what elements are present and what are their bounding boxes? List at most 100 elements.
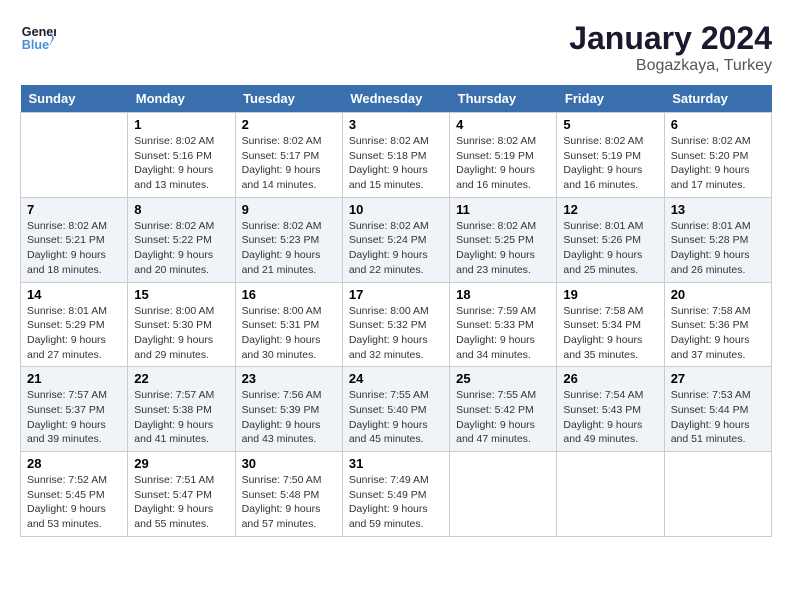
calendar-cell: 4Sunrise: 8:02 AMSunset: 5:19 PMDaylight… (450, 113, 557, 198)
day-number: 30 (242, 456, 336, 471)
calendar-table: SundayMondayTuesdayWednesdayThursdayFrid… (20, 85, 772, 537)
day-info: Sunrise: 7:51 AMSunset: 5:47 PMDaylight:… (134, 473, 228, 532)
weekday-header: Sunday (21, 85, 128, 113)
day-info: Sunrise: 7:52 AMSunset: 5:45 PMDaylight:… (27, 473, 121, 532)
calendar-body: 1 Sunrise: 8:02 AMSunset: 5:16 PMDaylight… (21, 113, 772, 537)
day-info: Sunrise: 8:02 AMSunset: 5:22 PMDaylight:… (134, 219, 228, 278)
day-number: 24 (349, 371, 443, 386)
day-number: 9 (242, 202, 336, 217)
day-number: 22 (134, 371, 228, 386)
day-info: Sunrise: 7:53 AMSunset: 5:44 PMDaylight:… (671, 388, 765, 447)
day-info: Sunrise: 8:01 AMSunset: 5:28 PMDaylight:… (671, 219, 765, 278)
day-info: Sunrise: 8:02 AMSunset: 5:23 PMDaylight:… (242, 219, 336, 278)
calendar-cell: 21Sunrise: 7:57 AMSunset: 5:37 PMDayligh… (21, 367, 128, 452)
day-info: Sunrise: 7:57 AMSunset: 5:38 PMDaylight:… (134, 388, 228, 447)
day-info: Sunrise: 8:02 AMSunset: 5:21 PMDaylight:… (27, 219, 121, 278)
day-number: 26 (563, 371, 657, 386)
weekday-header: Friday (557, 85, 664, 113)
calendar-cell: 8 Sunrise: 8:02 AMSunset: 5:22 PMDaylight… (128, 197, 235, 282)
calendar-cell: 3Sunrise: 8:02 AMSunset: 5:18 PMDaylight… (342, 113, 449, 198)
day-info: Sunrise: 8:00 AMSunset: 5:30 PMDaylight:… (134, 304, 228, 363)
day-info: Sunrise: 8:00 AMSunset: 5:31 PMDaylight:… (242, 304, 336, 363)
day-number: 25 (456, 371, 550, 386)
day-info: Sunrise: 8:02 AMSunset: 5:25 PMDaylight:… (456, 219, 550, 278)
calendar-cell: 18Sunrise: 7:59 AMSunset: 5:33 PMDayligh… (450, 282, 557, 367)
day-info: Sunrise: 7:58 AMSunset: 5:36 PMDaylight:… (671, 304, 765, 363)
calendar-cell: 14Sunrise: 8:01 AMSunset: 5:29 PMDayligh… (21, 282, 128, 367)
month-title: January 2024 (569, 20, 772, 57)
day-number: 31 (349, 456, 443, 471)
day-number: 2 (242, 117, 336, 132)
calendar-cell: 27 Sunrise: 7:53 AMSunset: 5:44 PMDayligh… (664, 367, 771, 452)
calendar-cell: 10Sunrise: 8:02 AMSunset: 5:24 PMDayligh… (342, 197, 449, 282)
day-info: Sunrise: 8:02 AMSunset: 5:16 PMDaylight:… (134, 134, 228, 193)
day-number: 28 (27, 456, 121, 471)
logo-icon: General Blue (20, 20, 56, 56)
calendar-cell: 26 Sunrise: 7:54 AMSunset: 5:43 PMDayligh… (557, 367, 664, 452)
calendar-cell: 25 Sunrise: 7:55 AMSunset: 5:42 PMDayligh… (450, 367, 557, 452)
day-number: 21 (27, 371, 121, 386)
calendar-cell: 2 Sunrise: 8:02 AMSunset: 5:17 PMDaylight… (235, 113, 342, 198)
day-number: 8 (134, 202, 228, 217)
calendar-cell (557, 452, 664, 537)
page-header: General Blue January 2024 Bogazkaya, Tur… (20, 20, 772, 75)
calendar-week-row: 21Sunrise: 7:57 AMSunset: 5:37 PMDayligh… (21, 367, 772, 452)
day-info: Sunrise: 8:00 AMSunset: 5:32 PMDaylight:… (349, 304, 443, 363)
calendar-cell: 19 Sunrise: 7:58 AMSunset: 5:34 PMDayligh… (557, 282, 664, 367)
day-info: Sunrise: 7:56 AMSunset: 5:39 PMDaylight:… (242, 388, 336, 447)
day-info: Sunrise: 7:58 AMSunset: 5:34 PMDaylight:… (563, 304, 657, 363)
calendar-week-row: 14Sunrise: 8:01 AMSunset: 5:29 PMDayligh… (21, 282, 772, 367)
day-info: Sunrise: 8:02 AMSunset: 5:17 PMDaylight:… (242, 134, 336, 193)
day-number: 15 (134, 287, 228, 302)
calendar-cell: 5 Sunrise: 8:02 AMSunset: 5:19 PMDaylight… (557, 113, 664, 198)
calendar-cell (21, 113, 128, 198)
day-info: Sunrise: 7:55 AMSunset: 5:42 PMDaylight:… (456, 388, 550, 447)
calendar-week-row: 7Sunrise: 8:02 AMSunset: 5:21 PMDaylight… (21, 197, 772, 282)
svg-text:Blue: Blue (22, 38, 49, 52)
calendar-cell: 15 Sunrise: 8:00 AMSunset: 5:30 PMDayligh… (128, 282, 235, 367)
weekday-header: Tuesday (235, 85, 342, 113)
day-info: Sunrise: 8:02 AMSunset: 5:20 PMDaylight:… (671, 134, 765, 193)
calendar-cell: 9 Sunrise: 8:02 AMSunset: 5:23 PMDaylight… (235, 197, 342, 282)
calendar-cell: 24 Sunrise: 7:55 AMSunset: 5:40 PMDayligh… (342, 367, 449, 452)
calendar-cell: 12 Sunrise: 8:01 AMSunset: 5:26 PMDayligh… (557, 197, 664, 282)
calendar-week-row: 28 Sunrise: 7:52 AMSunset: 5:45 PMDayligh… (21, 452, 772, 537)
day-number: 6 (671, 117, 765, 132)
calendar-cell: 17Sunrise: 8:00 AMSunset: 5:32 PMDayligh… (342, 282, 449, 367)
calendar-cell: 7Sunrise: 8:02 AMSunset: 5:21 PMDaylight… (21, 197, 128, 282)
calendar-cell: 28 Sunrise: 7:52 AMSunset: 5:45 PMDayligh… (21, 452, 128, 537)
calendar-cell: 31Sunrise: 7:49 AMSunset: 5:49 PMDayligh… (342, 452, 449, 537)
day-info: Sunrise: 8:02 AMSunset: 5:19 PMDaylight:… (563, 134, 657, 193)
day-info: Sunrise: 7:55 AMSunset: 5:40 PMDaylight:… (349, 388, 443, 447)
day-info: Sunrise: 8:01 AMSunset: 5:26 PMDaylight:… (563, 219, 657, 278)
day-number: 11 (456, 202, 550, 217)
day-number: 23 (242, 371, 336, 386)
calendar-cell: 20Sunrise: 7:58 AMSunset: 5:36 PMDayligh… (664, 282, 771, 367)
day-info: Sunrise: 7:59 AMSunset: 5:33 PMDaylight:… (456, 304, 550, 363)
calendar-header: SundayMondayTuesdayWednesdayThursdayFrid… (21, 85, 772, 113)
calendar-cell: 1 Sunrise: 8:02 AMSunset: 5:16 PMDaylight… (128, 113, 235, 198)
day-number: 29 (134, 456, 228, 471)
day-number: 16 (242, 287, 336, 302)
calendar-cell: 22 Sunrise: 7:57 AMSunset: 5:38 PMDayligh… (128, 367, 235, 452)
location: Bogazkaya, Turkey (569, 57, 772, 75)
day-number: 5 (563, 117, 657, 132)
weekday-header: Wednesday (342, 85, 449, 113)
logo: General Blue (20, 20, 56, 56)
day-number: 4 (456, 117, 550, 132)
weekday-header: Saturday (664, 85, 771, 113)
weekday-header: Monday (128, 85, 235, 113)
calendar-cell: 30 Sunrise: 7:50 AMSunset: 5:48 PMDayligh… (235, 452, 342, 537)
day-number: 27 (671, 371, 765, 386)
calendar-week-row: 1 Sunrise: 8:02 AMSunset: 5:16 PMDaylight… (21, 113, 772, 198)
calendar-cell: 16 Sunrise: 8:00 AMSunset: 5:31 PMDayligh… (235, 282, 342, 367)
day-number: 1 (134, 117, 228, 132)
day-number: 12 (563, 202, 657, 217)
day-info: Sunrise: 8:01 AMSunset: 5:29 PMDaylight:… (27, 304, 121, 363)
day-info: Sunrise: 8:02 AMSunset: 5:24 PMDaylight:… (349, 219, 443, 278)
calendar-cell: 6 Sunrise: 8:02 AMSunset: 5:20 PMDaylight… (664, 113, 771, 198)
day-info: Sunrise: 7:50 AMSunset: 5:48 PMDaylight:… (242, 473, 336, 532)
day-info: Sunrise: 7:54 AMSunset: 5:43 PMDaylight:… (563, 388, 657, 447)
calendar-cell (450, 452, 557, 537)
day-number: 19 (563, 287, 657, 302)
